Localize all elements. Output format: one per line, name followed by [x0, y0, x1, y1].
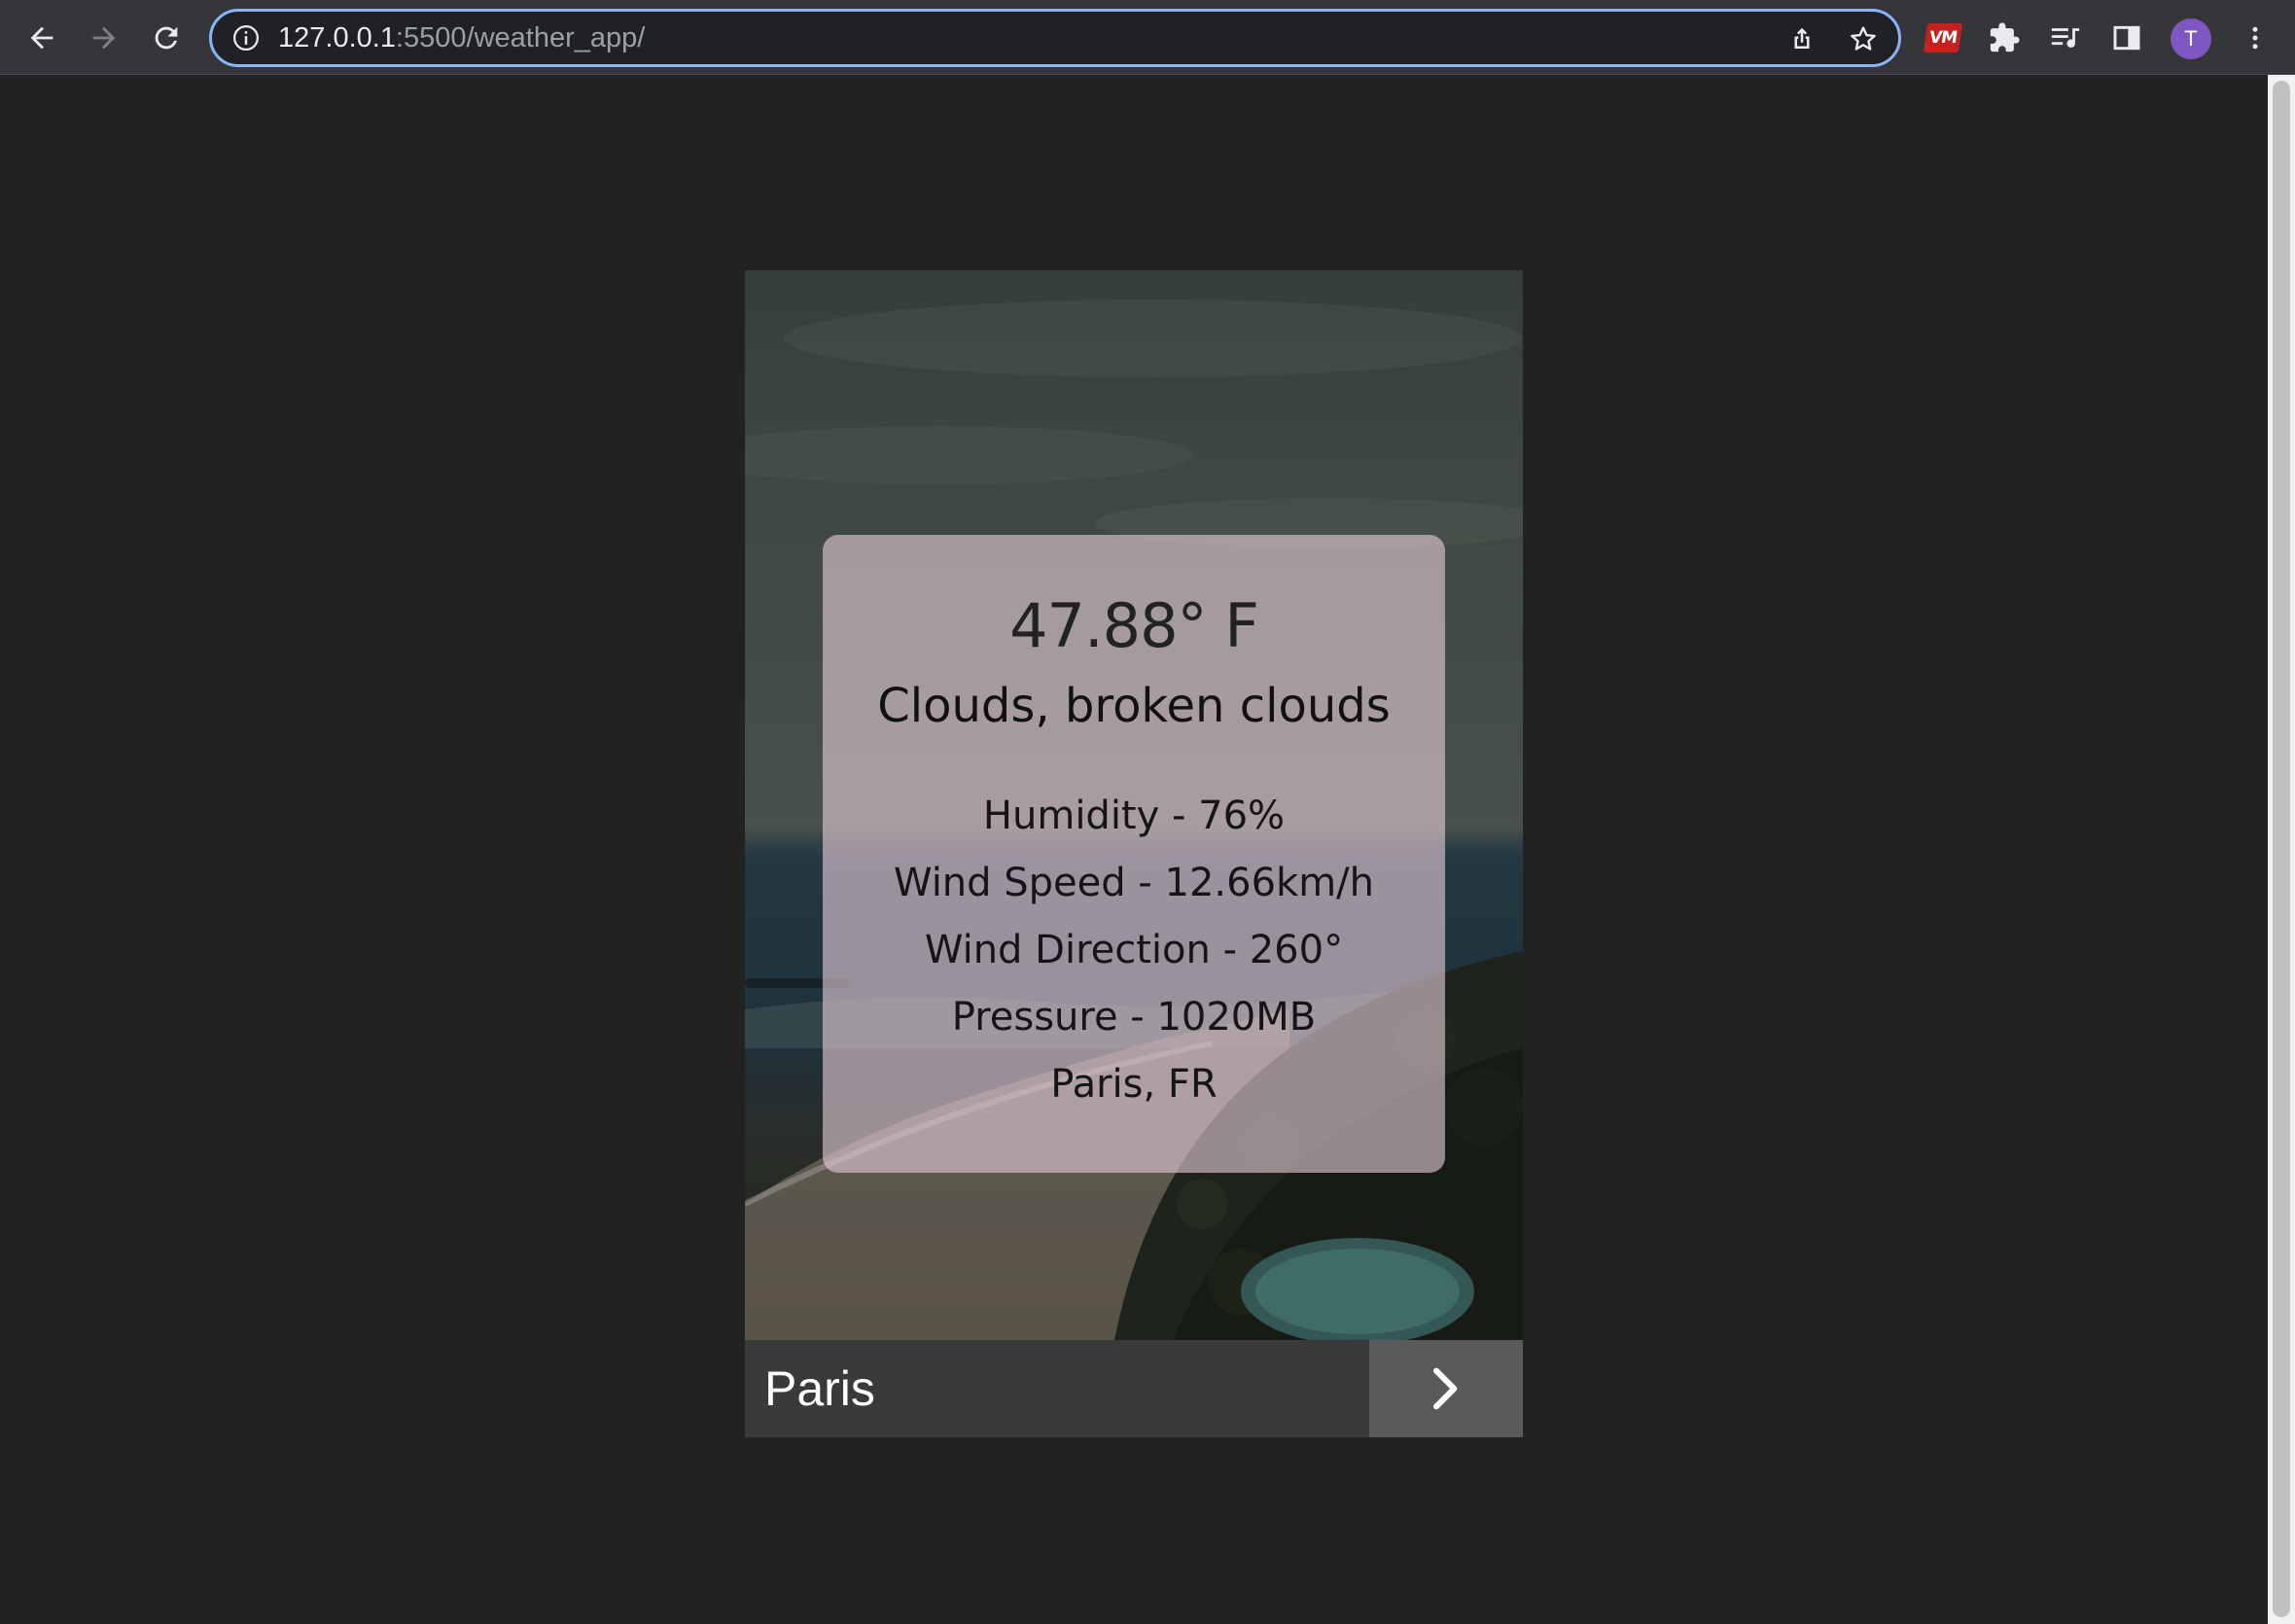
arrow-left-icon	[30, 26, 53, 50]
wind-direction: Wind Direction - 260°	[924, 928, 1344, 972]
scrollbar-thumb[interactable]	[2273, 81, 2290, 1617]
weather-description: Clouds, broken clouds	[877, 679, 1391, 733]
bookmark-star-icon[interactable]	[1848, 23, 1879, 54]
vertical-scrollbar[interactable]	[2268, 75, 2295, 1624]
forward-button[interactable]	[80, 14, 128, 62]
url-path: :5500/weather_app/	[395, 22, 646, 53]
arrow-right-icon	[92, 26, 116, 50]
reload-icon	[155, 26, 178, 50]
city-search-bar	[745, 1340, 1523, 1437]
chevron-right-icon	[1433, 1367, 1458, 1410]
reload-button[interactable]	[142, 14, 191, 62]
temperature: 47.88° F	[1009, 590, 1259, 661]
share-icon[interactable]	[1787, 24, 1817, 53]
weather-card: 47.88° F Clouds, broken clouds Humidity …	[745, 270, 1523, 1437]
extensions-puzzle-icon[interactable]	[1986, 19, 2023, 56]
vm-extension-icon[interactable]: VM	[1923, 19, 1963, 56]
url-host: 127.0.0.1	[278, 22, 396, 53]
city-search-input[interactable]	[745, 1340, 1369, 1437]
weather-info-panel: 47.88° F Clouds, broken clouds Humidity …	[823, 535, 1445, 1173]
wind-speed: Wind Speed - 12.66km/h	[894, 861, 1374, 905]
more-menu-icon[interactable]	[2237, 19, 2274, 56]
info-icon[interactable]	[231, 23, 261, 53]
side-panel-icon[interactable]	[2108, 19, 2145, 56]
profile-avatar[interactable]: T	[2171, 18, 2211, 59]
back-button[interactable]	[18, 14, 66, 62]
pressure: Pressure - 1020MB	[951, 995, 1317, 1040]
address-bar[interactable]: 127.0.0.1:5500/weather_app/	[209, 9, 1901, 67]
location: Paris, FR	[1050, 1062, 1218, 1107]
browser-toolbar: 127.0.0.1:5500/weather_app/ VM T	[0, 0, 2295, 75]
search-submit-button[interactable]	[1369, 1340, 1523, 1437]
media-queue-icon[interactable]	[2047, 19, 2084, 56]
humidity: Humidity - 76%	[982, 794, 1286, 838]
vm-extension-badge: VM	[1923, 23, 1963, 53]
url-text[interactable]: 127.0.0.1:5500/weather_app/	[278, 21, 645, 54]
